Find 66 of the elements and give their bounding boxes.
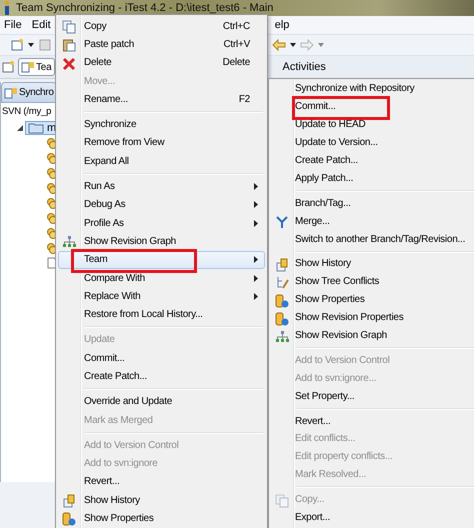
menu-item[interactable]: Compare With bbox=[58, 268, 265, 288]
properties-icon bbox=[275, 312, 289, 326]
menu-item[interactable]: Update to Version... bbox=[271, 134, 474, 152]
menu-item[interactable]: Show Revision Graph bbox=[58, 232, 265, 251]
menu-item[interactable]: Show Properties bbox=[58, 509, 265, 528]
menu-item[interactable]: Replace With bbox=[58, 287, 265, 306]
menu-item[interactable]: Show Properties bbox=[271, 290, 474, 309]
menu-item[interactable]: Profile As bbox=[58, 214, 265, 232]
menu-item[interactable]: Set Property... bbox=[271, 387, 474, 406]
expanded-arrow-icon[interactable] bbox=[17, 124, 23, 130]
menu-item[interactable]: Copy Ctrl+C bbox=[58, 17, 265, 36]
menu-item[interactable]: Create Patch... bbox=[271, 152, 474, 170]
submenu-arrow-icon bbox=[254, 201, 258, 208]
menu-item[interactable]: Expand All bbox=[58, 152, 265, 170]
submenu-arrow-icon bbox=[254, 274, 258, 282]
properties-icon bbox=[62, 512, 76, 526]
menu-item[interactable]: Switch to another Branch/Tag/Revision... bbox=[271, 230, 474, 248]
menu-item[interactable]: Create Patch... bbox=[58, 367, 265, 386]
menu-item[interactable]: Branch/Tag... bbox=[271, 194, 474, 212]
tree-conflicts-icon bbox=[275, 276, 289, 290]
menu-item[interactable]: Revert... bbox=[58, 472, 265, 492]
menu-bar-item[interactable]: elp bbox=[274, 19, 290, 31]
menu-item[interactable]: Merge... bbox=[271, 212, 474, 230]
graph-icon bbox=[62, 235, 76, 250]
submenu-arrow-icon bbox=[254, 183, 258, 190]
menu-item[interactable]: Debug As bbox=[58, 196, 265, 214]
view-tab[interactable]: Synchro bbox=[1, 82, 57, 102]
menu-item[interactable]: Show History bbox=[271, 255, 474, 273]
menu-item[interactable]: Synchronize with Repository bbox=[271, 80, 474, 98]
menu-bar-item[interactable]: File bbox=[4, 19, 22, 31]
menu-item[interactable]: Delete Delete bbox=[58, 54, 265, 72]
synchronize-icon bbox=[4, 86, 18, 98]
menu-item[interactable]: Apply Patch... bbox=[271, 169, 474, 188]
delete-icon bbox=[62, 56, 76, 71]
history-icon bbox=[275, 258, 289, 272]
history-icon bbox=[62, 494, 76, 508]
copy-icon bbox=[62, 20, 76, 34]
menu-item[interactable]: Run As bbox=[58, 177, 265, 196]
menu-item[interactable]: Show Revision Graph bbox=[271, 326, 474, 344]
perspective-tab[interactable]: Tea bbox=[18, 58, 55, 76]
menu-bar-item[interactable]: Edit bbox=[32, 19, 51, 31]
menu-item[interactable]: Commit... bbox=[58, 349, 265, 368]
clipboard-icon bbox=[62, 38, 76, 52]
merge-icon bbox=[275, 215, 289, 230]
new-icon[interactable] bbox=[10, 38, 24, 52]
submenu-arrow-icon bbox=[254, 256, 258, 264]
menu-item[interactable]: Override and Update bbox=[58, 392, 265, 411]
menu-item[interactable]: Export... bbox=[271, 508, 474, 526]
menu-item[interactable]: Revert... bbox=[271, 412, 474, 430]
folder-icon bbox=[28, 122, 44, 134]
perspective-label[interactable]: Activities bbox=[282, 61, 326, 73]
menu-item[interactable]: Paste patch Ctrl+V bbox=[58, 35, 265, 54]
synchronize-icon bbox=[21, 61, 35, 73]
menu-item[interactable]: Show History bbox=[58, 491, 265, 510]
submenu-arrow-icon bbox=[254, 292, 258, 300]
menu-item[interactable]: Show Tree Conflicts bbox=[271, 272, 474, 291]
window-title: Team Synchronizing - iTest 4.2 - D:\itest_test6 - Main bbox=[16, 2, 274, 14]
menu-item[interactable]: Show Revision Properties bbox=[271, 308, 474, 327]
graph-icon bbox=[275, 330, 289, 344]
copy-icon bbox=[275, 494, 289, 508]
open-perspective-icon[interactable] bbox=[2, 60, 16, 74]
properties-icon bbox=[275, 294, 289, 308]
app-icon bbox=[2, 1, 12, 15]
menu-item[interactable]: Restore from Local History... bbox=[58, 305, 265, 324]
menu-item[interactable]: Remove from View bbox=[58, 134, 265, 152]
submenu-arrow-icon bbox=[254, 220, 258, 227]
